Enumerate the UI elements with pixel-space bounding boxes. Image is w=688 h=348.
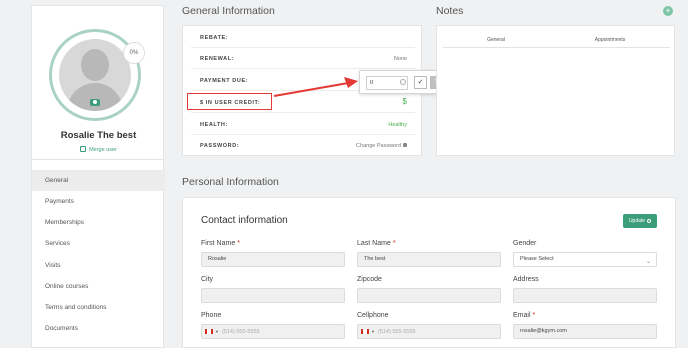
- canada-flag-icon[interactable]: [361, 329, 369, 334]
- canada-flag-icon[interactable]: [205, 329, 213, 334]
- menu-item-documents[interactable]: Documents: [32, 318, 165, 339]
- caret-down-icon: ▼: [371, 329, 375, 334]
- zipcode-label: Zipcode: [357, 276, 382, 283]
- menu-item-payments[interactable]: Payments: [32, 191, 165, 212]
- personal-info-card: Contact information Update First Name * …: [182, 197, 676, 348]
- camera-icon[interactable]: [90, 99, 100, 106]
- personal-info-title: Personal Information: [182, 176, 279, 188]
- change-password-link[interactable]: Change Password: [356, 143, 407, 149]
- dollar-icon[interactable]: $: [403, 97, 407, 106]
- gen-value: Healthy: [388, 122, 407, 128]
- first-name-label: First Name *: [201, 240, 240, 247]
- update-button-label: Update: [628, 218, 646, 224]
- caret-down-icon: ▼: [215, 329, 219, 334]
- phone-field[interactable]: ▼ (514) 555-5555: [201, 324, 345, 339]
- update-button[interactable]: Update: [623, 214, 657, 228]
- notes-card: General Appointments: [436, 25, 675, 156]
- last-name-label: Last Name *: [357, 240, 396, 247]
- address-label: Address: [513, 276, 539, 283]
- profile-menu: General Payments Memberships Services Vi…: [31, 160, 165, 348]
- change-password-label: Change Password: [356, 143, 401, 149]
- email-label: Email *: [513, 312, 536, 319]
- gen-row-renewal: RENEWAL: None: [191, 48, 415, 69]
- zipcode-field[interactable]: [357, 288, 501, 303]
- gen-row-password: PASSWORD: Change Password: [191, 135, 415, 156]
- gender-select-value: Please Select: [520, 256, 554, 262]
- cellphone-label: Cellphone: [357, 312, 389, 319]
- clear-icon[interactable]: [400, 79, 406, 85]
- general-info-title: General Information: [182, 5, 275, 17]
- menu-item-services[interactable]: Services: [32, 233, 165, 254]
- profile-completion-badge: 0%: [123, 42, 145, 64]
- phone-placeholder: (514) 555-5555: [221, 329, 260, 335]
- gender-label: Gender: [513, 240, 537, 247]
- contact-info-title: Contact information: [201, 215, 288, 226]
- tab-general[interactable]: General: [443, 34, 549, 48]
- profile-card: 0% Rosalie The best Merge user: [31, 5, 164, 160]
- gender-select[interactable]: Please Select ⌄: [513, 252, 657, 267]
- annotation-arrow-icon: [273, 77, 358, 97]
- menu-item-general[interactable]: General: [32, 170, 165, 191]
- menu-item-terms[interactable]: Terms and conditions: [32, 297, 165, 318]
- menu-item-visits[interactable]: Visits: [32, 255, 165, 276]
- tab-appointments[interactable]: Appointments: [557, 34, 663, 48]
- gen-label: PASSWORD:: [200, 143, 240, 149]
- merge-user-link[interactable]: Merge user: [32, 146, 165, 153]
- city-field[interactable]: [201, 288, 345, 303]
- menu-item-memberships[interactable]: Memberships: [32, 212, 165, 233]
- cellphone-field[interactable]: ▼ (514) 555-5555: [357, 324, 501, 339]
- gen-label: REBATE:: [200, 35, 229, 41]
- tab-divider: [443, 47, 670, 48]
- merge-icon: [80, 146, 87, 152]
- gen-label: HEALTH:: [200, 122, 228, 128]
- profile-name: Rosalie The best: [60, 130, 137, 141]
- refresh-icon: [647, 219, 652, 223]
- email-field[interactable]: rosalie@kgym.com: [513, 324, 657, 339]
- last-name-field[interactable]: The best: [357, 252, 501, 267]
- check-icon[interactable]: ✓: [414, 76, 427, 89]
- city-label: City: [201, 276, 214, 283]
- menu-item-online-courses[interactable]: Online courses: [32, 276, 165, 297]
- gen-row-rebate: REBATE:: [191, 27, 415, 48]
- gen-label: RENEWAL:: [200, 56, 235, 62]
- phone-label: Phone: [201, 312, 222, 319]
- gen-row-health: HEALTH: Healthy: [191, 114, 415, 135]
- gen-value: None: [393, 56, 407, 62]
- address-field[interactable]: [513, 288, 657, 303]
- first-name-field[interactable]: Rosalie: [201, 252, 345, 267]
- merge-user-label: Merge user: [89, 147, 117, 153]
- cellphone-placeholder: (514) 555-5555: [377, 329, 416, 335]
- gen-label: PAYMENT DUE:: [200, 78, 249, 84]
- chevron-down-icon: ⌄: [645, 259, 651, 265]
- notes-title: Notes: [436, 5, 464, 17]
- plus-icon[interactable]: +: [663, 6, 673, 16]
- lock-icon: [403, 143, 407, 147]
- annotation-highlight-box: [187, 93, 272, 110]
